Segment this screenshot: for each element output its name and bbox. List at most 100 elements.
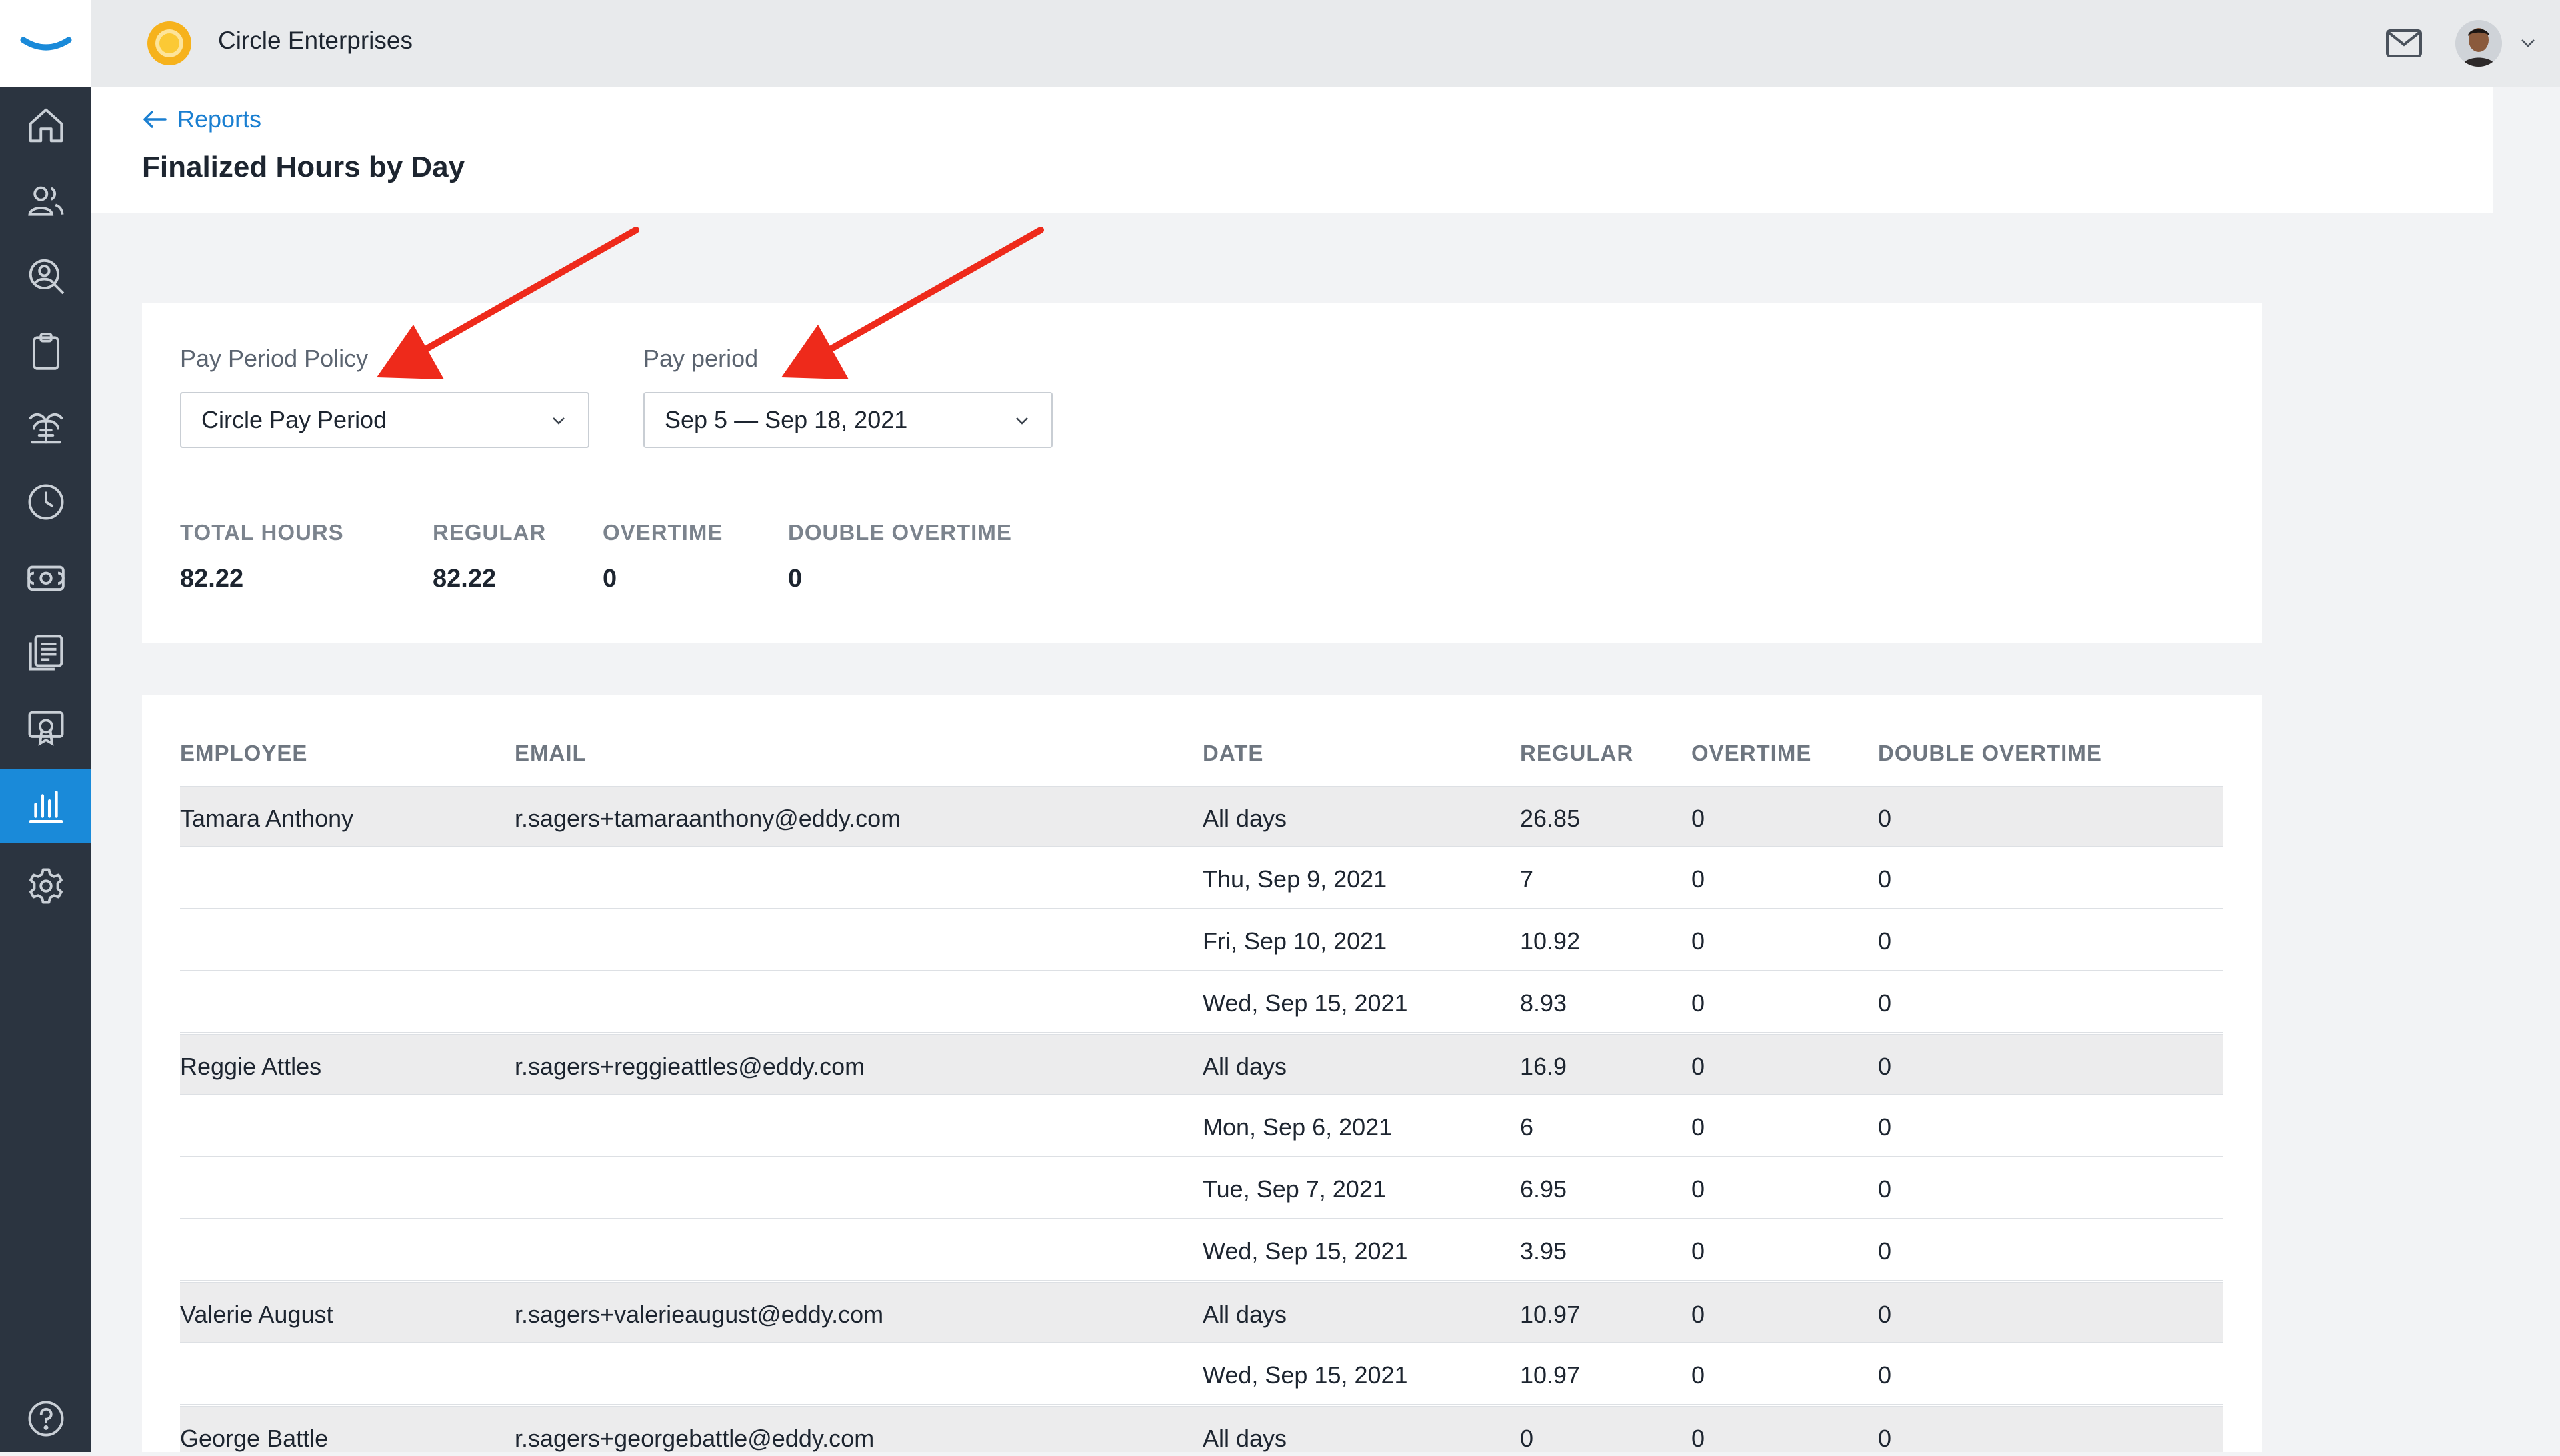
date-cell: All days — [1203, 1053, 1287, 1080]
date-cell: Wed, Sep 15, 2021 — [1203, 1361, 1408, 1389]
date-cell: Wed, Sep 15, 2021 — [1203, 1237, 1408, 1265]
column-header-regular[interactable]: REGULAR — [1520, 741, 1633, 766]
hours-table-card: EMPLOYEE EMAIL DATE REGULAR OVERTIME DOU… — [142, 695, 2262, 1452]
stat-overtime-label: OVERTIME — [603, 520, 723, 545]
pay-period-value: Sep 5 — Sep 18, 2021 — [665, 406, 908, 433]
sidebar-item-settings[interactable] — [0, 849, 91, 923]
bar-chart-icon — [29, 791, 63, 823]
employee-cell: Tamara Anthony — [180, 805, 354, 832]
column-header-date[interactable]: DATE — [1203, 741, 1263, 766]
sidebar-item-people[interactable] — [0, 163, 91, 238]
sidebar-item-documents[interactable] — [0, 615, 91, 690]
sidebar-item-time[interactable] — [0, 465, 91, 539]
certificate-icon — [28, 711, 63, 746]
stat-regular-label: REGULAR — [433, 520, 547, 545]
overtime-cell: 0 — [1691, 865, 1705, 893]
stat-total-hours-value: 82.22 — [180, 565, 244, 593]
overtime-cell: 0 — [1691, 1425, 1705, 1452]
regular-hours-cell: 10.92 — [1520, 927, 1581, 955]
app-logo[interactable] — [0, 0, 91, 87]
employee-summary-row: Valerie August r.sagers+valerieaugust@edd… — [180, 1282, 2223, 1343]
overtime-cell: 0 — [1691, 805, 1705, 832]
pay-period-select[interactable]: Sep 5 — Sep 18, 2021 — [643, 392, 1053, 448]
sidebar-nav — [0, 0, 91, 1452]
chevron-down-icon — [553, 417, 565, 425]
sidebar-item-directory[interactable] — [0, 239, 91, 313]
date-cell: Tue, Sep 7, 2021 — [1203, 1175, 1386, 1203]
date-cell: All days — [1203, 1301, 1287, 1328]
table-row: Tue, Sep 7, 2021 6.95 0 0 — [180, 1158, 2223, 1219]
user-avatar[interactable] — [2455, 20, 2502, 67]
double-overtime-cell: 0 — [1878, 989, 1892, 1017]
email-cell: r.sagers+reggieattles@eddy.com — [515, 1053, 865, 1080]
organization-name[interactable]: Circle Enterprises — [218, 27, 413, 55]
double-overtime-cell: 0 — [1878, 1425, 1892, 1452]
overtime-cell: 0 — [1691, 1237, 1705, 1265]
pay-period-policy-select[interactable]: Circle Pay Period — [180, 392, 589, 448]
regular-hours-cell: 10.97 — [1520, 1301, 1581, 1328]
employee-cell: Reggie Attles — [180, 1053, 322, 1080]
column-header-double-overtime[interactable]: DOUBLE OVERTIME — [1878, 741, 2102, 766]
table-row: Wed, Sep 15, 2021 10.97 0 0 — [180, 1344, 2223, 1405]
overtime-cell: 0 — [1691, 1175, 1705, 1203]
documents-icon — [29, 635, 63, 671]
double-overtime-cell: 0 — [1878, 1361, 1892, 1389]
double-overtime-cell: 0 — [1878, 927, 1892, 955]
overtime-cell: 0 — [1691, 1053, 1705, 1080]
double-overtime-cell: 0 — [1878, 1237, 1892, 1265]
double-overtime-cell: 0 — [1878, 1301, 1892, 1328]
employee-summary-row: George Battle r.sagers+georgebattle@eddy.… — [180, 1406, 2223, 1452]
date-cell: Mon, Sep 6, 2021 — [1203, 1113, 1393, 1141]
sidebar-item-reports[interactable] — [0, 769, 91, 843]
money-icon — [27, 565, 65, 591]
organization-logo-icon — [147, 21, 191, 65]
chevron-down-icon — [1016, 417, 1028, 425]
date-cell: Fri, Sep 10, 2021 — [1203, 927, 1387, 955]
column-header-email[interactable]: EMAIL — [515, 741, 587, 766]
employee-cell: Valerie August — [180, 1301, 333, 1328]
table-row: Wed, Sep 15, 2021 3.95 0 0 — [180, 1220, 2223, 1281]
email-cell: r.sagers+tamaraanthony@eddy.com — [515, 805, 901, 832]
pay-period-policy-label: Pay Period Policy — [180, 345, 369, 372]
table-row: Mon, Sep 6, 2021 6 0 0 — [180, 1096, 2223, 1157]
regular-hours-cell: 16.9 — [1520, 1053, 1567, 1080]
double-overtime-cell: 0 — [1878, 865, 1892, 893]
stat-double-overtime-label: DOUBLE OVERTIME — [788, 520, 1012, 545]
clock-icon — [28, 484, 63, 520]
date-cell: All days — [1203, 1425, 1287, 1452]
sidebar-item-training[interactable] — [0, 691, 91, 765]
date-cell: All days — [1203, 805, 1287, 832]
clipboard-icon — [32, 333, 59, 370]
column-header-overtime[interactable]: OVERTIME — [1691, 741, 1811, 766]
chevron-down-icon[interactable] — [2518, 35, 2538, 51]
sidebar-item-tasks[interactable] — [0, 314, 91, 389]
pay-period-label: Pay period — [643, 345, 759, 372]
stat-total-hours-label: TOTAL HOURS — [180, 520, 344, 545]
date-cell: Wed, Sep 15, 2021 — [1203, 989, 1408, 1017]
double-overtime-cell: 0 — [1878, 1175, 1892, 1203]
employee-summary-row: Reggie Attles r.sagers+reggieattles@eddy.… — [180, 1034, 2223, 1095]
sidebar-item-time-off[interactable] — [0, 389, 91, 464]
mail-icon[interactable] — [2385, 27, 2423, 60]
date-cell: Thu, Sep 9, 2021 — [1203, 865, 1387, 893]
double-overtime-cell: 0 — [1878, 1113, 1892, 1141]
regular-hours-cell: 8.93 — [1520, 989, 1567, 1017]
sidebar-item-home[interactable] — [0, 88, 91, 163]
back-link-label: Reports — [177, 105, 262, 133]
overtime-cell: 0 — [1691, 927, 1705, 955]
pay-period-policy-value: Circle Pay Period — [201, 406, 387, 433]
home-icon — [29, 108, 63, 143]
page-header: Reports Finalized Hours by Day — [91, 87, 2493, 213]
sidebar-item-help[interactable] — [0, 1381, 91, 1456]
column-header-employee[interactable]: EMPLOYEE — [180, 741, 307, 766]
sidebar-item-payroll[interactable] — [0, 540, 91, 615]
table-row: Fri, Sep 10, 2021 10.92 0 0 — [180, 910, 2223, 971]
top-bar: Circle Enterprises — [91, 0, 2560, 87]
email-cell: r.sagers+georgebattle@eddy.com — [515, 1425, 875, 1452]
table-row: Thu, Sep 9, 2021 7 0 0 — [180, 848, 2223, 909]
page-title: Finalized Hours by Day — [142, 151, 465, 183]
regular-hours-cell: 10.97 — [1520, 1361, 1581, 1389]
regular-hours-cell: 0 — [1520, 1425, 1534, 1452]
back-to-reports-link[interactable]: Reports — [141, 105, 261, 133]
overtime-cell: 0 — [1691, 1361, 1705, 1389]
